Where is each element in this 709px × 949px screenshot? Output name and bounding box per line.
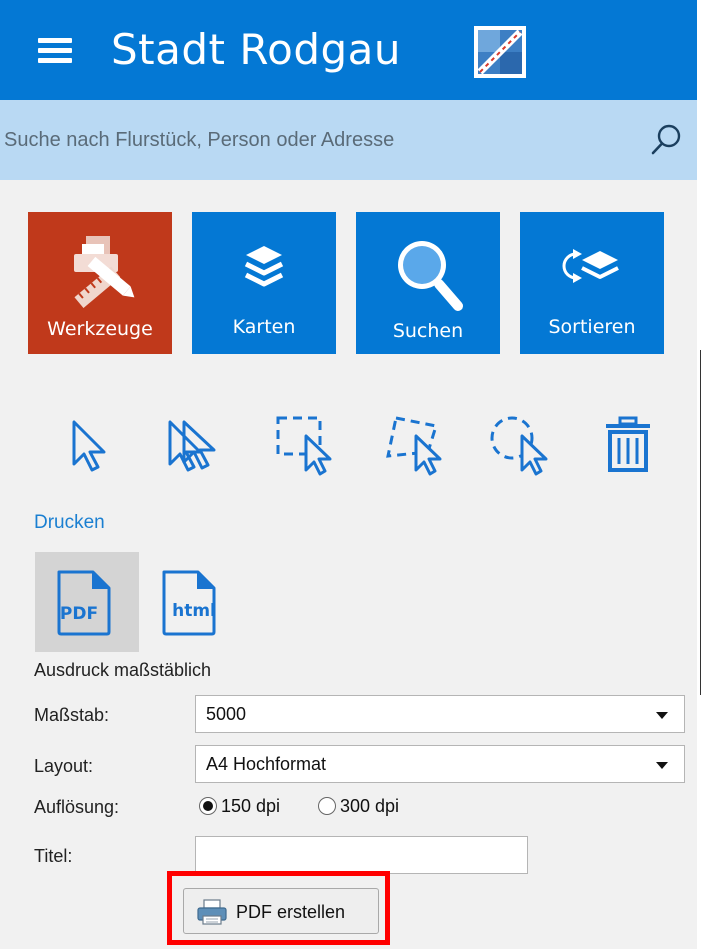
rectangle-select-icon[interactable] [274,412,338,476]
radio-label: 150 dpi [221,796,281,816]
print-section-label[interactable]: Drucken [34,512,105,534]
tile-label: Sortieren [548,316,636,338]
scale-select[interactable]: 5000 [195,695,685,733]
layers-icon [244,246,284,287]
layout-value: A4 Hochformat [206,754,327,774]
sort-layers-icon [562,249,619,283]
printer-icon [197,899,227,925]
tools-icon [74,236,135,308]
scale-value: 5000 [206,704,247,724]
search-icon[interactable] [650,122,684,163]
tile-label: Karten [232,316,296,338]
scale-heading: Ausdruck maßstäblich [34,660,212,680]
radio-label: 300 dpi [340,796,400,816]
polygon-select-icon[interactable] [382,412,446,476]
menu-icon[interactable] [38,38,72,64]
select-pointer-icon[interactable] [66,412,122,476]
print-pdf-button[interactable]: PDF [35,552,139,652]
page-title: Stadt Rodgau [111,25,402,74]
create-pdf-button[interactable]: PDF erstellen [183,888,379,934]
pdf-icon-text: PDF [60,604,98,624]
scale-label: Maßstab: [34,705,110,725]
chevron-down-icon [656,762,668,769]
resolution-label: Auflösung: [34,797,120,817]
sidebar-panel: Stadt Rodgau Suche nach Flurstück, Perso… [0,0,697,949]
html-icon-text: html [172,601,216,621]
map-edge [697,0,709,949]
city-logo [474,26,526,78]
trash-icon[interactable] [600,412,656,476]
tile-label: Suchen [392,320,464,342]
title-input[interactable] [195,836,528,874]
layout-select[interactable]: A4 Hochformat [195,745,685,783]
app-header: Stadt Rodgau [0,0,697,100]
chevron-down-icon [656,712,668,719]
tile-suchen[interactable]: Suchen [356,212,500,354]
circle-select-icon[interactable] [488,412,552,476]
search-input[interactable] [4,120,624,160]
pdf-file-icon: PDF [57,570,111,636]
create-pdf-label: PDF erstellen [236,902,346,922]
tile-karten[interactable]: Karten [192,212,336,354]
tile-werkzeuge[interactable]: Werkzeuge [28,212,172,354]
layout-label: Layout: [34,756,94,776]
html-file-icon: html [162,570,216,636]
tile-sortieren[interactable]: Sortieren [520,212,664,354]
print-html-button[interactable]: html [146,552,250,652]
multi-select-pointer-icon[interactable] [166,412,222,476]
magnifier-icon [398,241,463,311]
title-label: Titel: [34,846,73,866]
tile-label: Werkzeuge [47,318,153,340]
search-bar [0,100,697,180]
